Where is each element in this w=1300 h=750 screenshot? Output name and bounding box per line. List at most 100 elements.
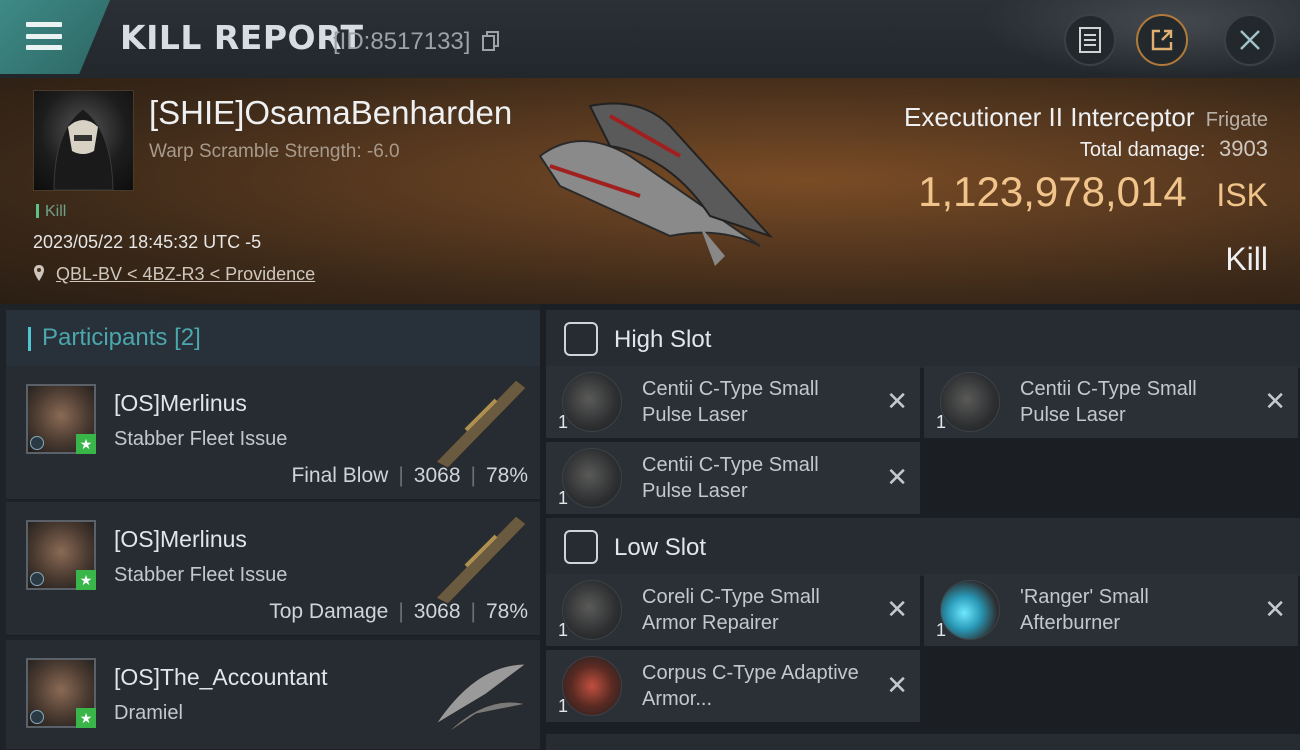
participant-damage: 3068: [413, 600, 461, 623]
participants-title: Participants [2]: [42, 324, 201, 352]
ship-class: Frigate: [1205, 109, 1268, 131]
report-id: [ID:8517133]: [333, 28, 471, 55]
star-icon: ★: [76, 570, 96, 590]
participant-name: [OS]Merlinus: [114, 390, 247, 416]
share-icon: [1151, 29, 1173, 51]
ship-image: [538, 102, 774, 266]
remove-icon[interactable]: ✕: [886, 386, 908, 417]
armor-repairer-icon: [562, 580, 622, 640]
remove-icon[interactable]: ✕: [886, 670, 908, 701]
afterburner-icon: [940, 580, 1000, 640]
participant-stats: Top Damage | 3068 | 78%: [269, 600, 528, 623]
share-button[interactable]: [1136, 14, 1188, 66]
remove-icon[interactable]: ✕: [886, 462, 908, 493]
isk-amount: 1,123,978,014: [918, 168, 1187, 215]
location-link[interactable]: QBL-BV < 4BZ-R3 < Providence: [56, 264, 315, 284]
participant-damage: 3068: [413, 464, 461, 487]
adaptive-armor-icon: [562, 656, 622, 716]
remove-icon[interactable]: ✕: [1264, 386, 1286, 417]
participants-label: Participants: [42, 324, 168, 351]
notes-button[interactable]: [1064, 14, 1116, 66]
isk-unit: ISK: [1216, 177, 1268, 213]
module-name: Centii C-Type Small Pulse Laser: [1020, 378, 1197, 426]
ship-name: Executioner II Interceptor: [904, 102, 1195, 132]
mid-slot-header-partial: [546, 734, 1300, 750]
module-item[interactable]: 1 Centii C-Type Small Pulse Laser ✕: [924, 366, 1298, 438]
participant-percent: 78%: [485, 600, 528, 623]
participant-name: [OS]Merlinus: [114, 526, 247, 552]
participants-header: Participants [2]: [6, 310, 540, 366]
kill-tag: Kill: [36, 203, 66, 221]
avatar[interactable]: ★: [26, 384, 96, 454]
module-item[interactable]: 1 'Ranger' Small Afterburner ✕: [924, 574, 1298, 646]
module-qty: 1: [936, 412, 947, 432]
total-damage: Total damage: 3903: [1080, 136, 1268, 162]
participant-role: Top Damage: [269, 600, 389, 623]
participants-count: [2]: [174, 324, 201, 351]
module-name: Centii C-Type Small Pulse Laser: [642, 378, 819, 426]
notes-icon: [1079, 27, 1101, 53]
participant-percent: 78%: [485, 464, 528, 487]
star-icon: ★: [76, 434, 96, 454]
corp-icon: [30, 572, 44, 586]
module-qty: 1: [558, 696, 569, 716]
module-qty: 1: [558, 412, 569, 432]
high-slot-label: High Slot: [614, 326, 712, 353]
menu-button[interactable]: [0, 0, 110, 74]
participant-ship: Stabber Fleet Issue: [114, 428, 288, 450]
victim-name: [SHIE]OsamaBenharden: [149, 94, 513, 131]
module-name: 'Ranger' Small Afterburner: [1020, 586, 1149, 634]
participant-row[interactable]: ★ [OS]Merlinus Stabber Fleet Issue Top D…: [6, 502, 540, 636]
isk-value: 1,123,978,014 ISK: [918, 168, 1268, 216]
corp-icon: [30, 710, 44, 724]
ship-image: [435, 663, 528, 735]
participant-row[interactable]: ★ [OS]Merlinus Stabber Fleet Issue Final…: [6, 366, 540, 500]
corp-icon: [30, 436, 44, 450]
low-slot-label: Low Slot: [614, 534, 707, 561]
ship-title: Executioner II Interceptor Frigate: [904, 102, 1268, 133]
pulse-laser-icon: [940, 372, 1000, 432]
warp-scramble: Warp Scramble Strength: -6.0: [149, 141, 400, 162]
avatar[interactable]: ★: [26, 520, 96, 590]
module-item[interactable]: 1 Corpus C-Type Adaptive Armor... ✕: [546, 650, 920, 722]
remove-icon[interactable]: ✕: [1264, 594, 1286, 625]
kill-location[interactable]: QBL-BV < 4BZ-R3 < Providence: [33, 264, 315, 285]
low-slot-header: Low Slot: [546, 518, 1300, 576]
high-slot-header: High Slot: [546, 310, 1300, 368]
participant-row[interactable]: ★ [OS]The_Accountant Dramiel: [6, 640, 540, 750]
module-item[interactable]: 1 Centii C-Type Small Pulse Laser ✕: [546, 442, 920, 514]
star-icon: ★: [76, 708, 96, 728]
top-bar: KILL REPORT [ID:8517133]: [0, 0, 1300, 78]
avatar[interactable]: ★: [26, 658, 96, 728]
result-label: Kill: [1225, 241, 1268, 277]
module-name: Corpus C-Type Adaptive Armor...: [642, 662, 859, 710]
pilot-helmet-image: [53, 108, 114, 191]
remove-icon[interactable]: ✕: [886, 594, 908, 625]
kill-datetime: 2023/05/22 18:45:32 UTC -5: [33, 232, 262, 252]
menu-icon: [26, 22, 62, 50]
total-damage-value: 3903: [1219, 136, 1268, 161]
kill-banner: [SHIE]OsamaBenharden Warp Scramble Stren…: [0, 78, 1300, 304]
module-item[interactable]: 1 Coreli C-Type Small Armor Repairer ✕: [546, 574, 920, 646]
weapon-image: [435, 379, 527, 469]
participant-ship: Stabber Fleet Issue: [114, 564, 288, 586]
close-button[interactable]: [1224, 14, 1276, 66]
copy-icon[interactable]: [482, 31, 500, 51]
slot-icon: [564, 530, 598, 564]
participants-accent: [28, 327, 31, 351]
victim-portrait[interactable]: [33, 90, 134, 191]
participants-panel: Participants [2] ★ [OS]Merlinus Stabber …: [0, 304, 540, 750]
participant-role: Final Blow: [291, 464, 389, 487]
module-qty: 1: [558, 620, 569, 640]
fitting-panel: High Slot 1 Centii C-Type Small Pulse La…: [540, 304, 1300, 750]
participant-ship: Dramiel: [114, 702, 183, 724]
close-icon: [1240, 30, 1260, 50]
module-name: Coreli C-Type Small Armor Repairer: [642, 586, 820, 634]
module-qty: 1: [936, 620, 947, 640]
total-damage-label: Total damage:: [1079, 139, 1206, 161]
module-qty: 1: [558, 488, 569, 508]
module-item[interactable]: 1 Centii C-Type Small Pulse Laser ✕: [546, 366, 920, 438]
pulse-laser-icon: [562, 372, 622, 432]
slot-icon: [564, 322, 598, 356]
pulse-laser-icon: [562, 448, 622, 508]
